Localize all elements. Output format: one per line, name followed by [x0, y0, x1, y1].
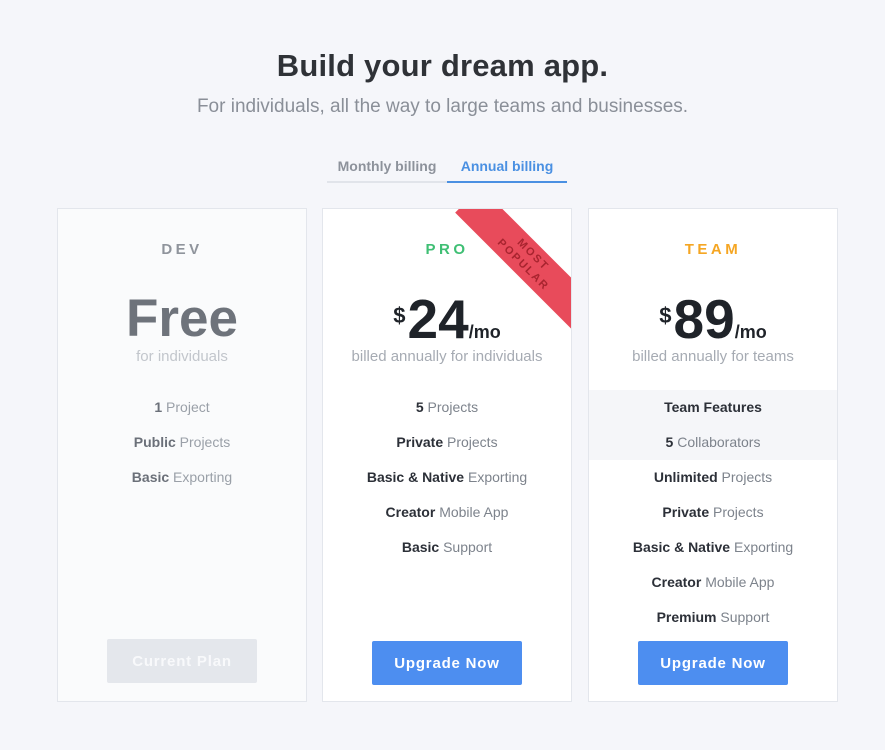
feature-muted: Projects: [709, 504, 764, 520]
feature-strong: Private: [396, 434, 444, 450]
feature-item: Basic Support: [323, 530, 571, 565]
tab-annual-billing[interactable]: Annual billing: [447, 152, 567, 183]
upgrade-pro-button[interactable]: Upgrade Now: [372, 641, 522, 685]
feature-list: 1 Project Public Projects Basic Exportin…: [58, 390, 306, 495]
price-note: billed annually for individuals: [351, 348, 543, 365]
price-note: for individuals: [136, 348, 228, 365]
price-row: $ 89 /mo: [589, 287, 837, 349]
feature-muted: Exporting: [464, 469, 528, 485]
feature-item: 5 Collaborators: [589, 425, 837, 460]
feature-strong: Creator: [651, 574, 702, 590]
feature-item: Creator Mobile App: [323, 495, 571, 530]
price-amount: 89: [673, 288, 735, 350]
feature-strong: 1: [154, 399, 163, 415]
upgrade-team-button[interactable]: Upgrade Now: [638, 641, 788, 685]
feature-muted: Support: [439, 539, 493, 555]
feature-item: Private Projects: [323, 425, 571, 460]
price-value: Free: [126, 289, 238, 348]
feature-muted: Support: [716, 609, 770, 625]
price-currency: $: [659, 303, 672, 328]
feature-muted: Projects: [175, 434, 231, 450]
price-row: Free: [58, 287, 306, 349]
feature-strong: Basic & Native: [632, 539, 731, 555]
feature-strong: Basic & Native: [366, 469, 465, 485]
feature-muted: Projects: [423, 399, 479, 415]
feature-item: Basic & Native Exporting: [323, 460, 571, 495]
price-currency: $: [393, 303, 406, 328]
feature-item: Unlimited Projects: [589, 460, 837, 495]
current-plan-button[interactable]: Current Plan: [107, 639, 257, 683]
feature-item: Basic & Native Exporting: [589, 530, 837, 565]
plan-name: DEV: [161, 241, 203, 258]
feature-muted: Exporting: [730, 539, 794, 555]
feature-strong: 5: [415, 399, 424, 415]
tab-monthly-billing[interactable]: Monthly billing: [327, 152, 447, 183]
feature-item: Team Features: [589, 390, 837, 425]
feature-strong: Creator: [385, 504, 436, 520]
feature-item: Basic Exporting: [58, 460, 306, 495]
feature-muted: Collaborators: [673, 434, 761, 450]
plan-name: PRO: [425, 241, 469, 258]
feature-strong: Premium: [656, 609, 717, 625]
plan-name: TEAM: [684, 241, 742, 258]
feature-list: Team Features 5 Collaborators Unlimited …: [589, 390, 837, 635]
page-subtitle: For individuals, all the way to large te…: [196, 96, 689, 117]
feature-item: 5 Projects: [323, 390, 571, 425]
feature-muted: Projects: [717, 469, 773, 485]
feature-muted: Exporting: [169, 469, 233, 485]
feature-strong: Team Features: [664, 399, 762, 415]
plan-card-pro: MOST POPULAR PRO $ 24 /mo billed annuall…: [322, 208, 572, 702]
page-title: Build your dream app.: [276, 48, 609, 83]
feature-muted: Project: [162, 399, 210, 415]
feature-muted: Projects: [443, 434, 498, 450]
price-period: /mo: [734, 322, 767, 342]
feature-muted: Mobile App: [435, 504, 509, 520]
feature-strong: Private: [662, 504, 710, 520]
feature-item: Creator Mobile App: [589, 565, 837, 600]
feature-strong: Unlimited: [653, 469, 718, 485]
billing-toggle: Monthly billing Annual billing: [327, 152, 567, 183]
price-amount: 24: [407, 288, 469, 350]
plan-card-dev: DEV Free for individuals 1 Project Publi…: [57, 208, 307, 702]
plan-card-team: TEAM $ 89 /mo billed annually for teams …: [588, 208, 838, 702]
feature-strong: Basic: [131, 469, 170, 485]
feature-strong: Basic: [401, 539, 440, 555]
feature-item: Premium Support: [589, 600, 837, 635]
feature-item: Private Projects: [589, 495, 837, 530]
feature-muted: Mobile App: [701, 574, 775, 590]
feature-strong: Public: [133, 434, 176, 450]
feature-item: 1 Project: [58, 390, 306, 425]
feature-list: 5 Projects Private Projects Basic & Nati…: [323, 390, 571, 565]
price-period: /mo: [468, 322, 501, 342]
price-note: billed annually for teams: [632, 348, 794, 365]
feature-item: Public Projects: [58, 425, 306, 460]
price-row: $ 24 /mo: [323, 287, 571, 349]
